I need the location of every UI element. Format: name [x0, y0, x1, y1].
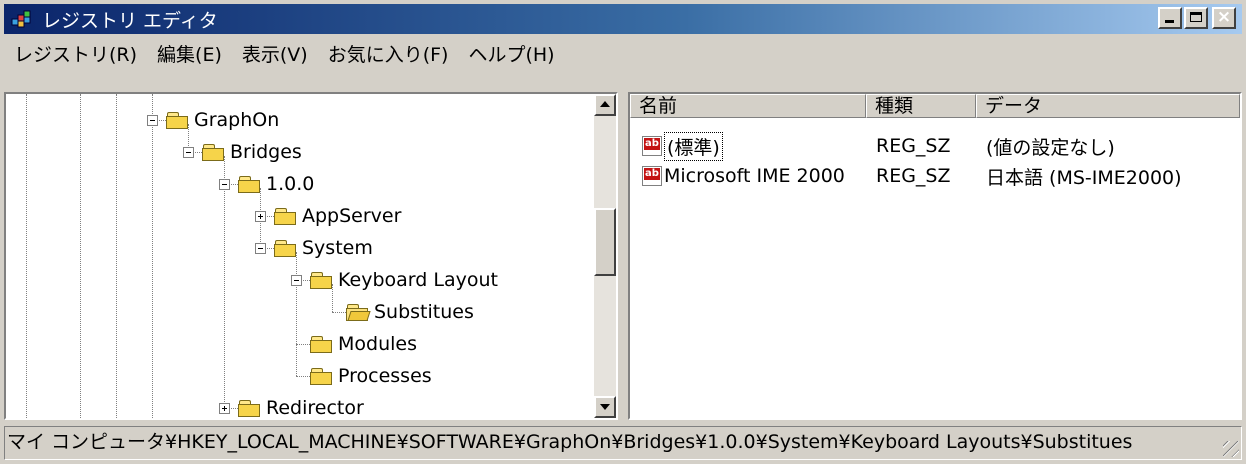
- title-bar[interactable]: レジストリ エディタ ×: [4, 4, 1242, 34]
- menu-bar: レジストリ(R) 編集(E) 表示(V) お気に入り(F) ヘルプ(H): [4, 36, 565, 70]
- key-tree-pane[interactable]: GraphOn Bridges 1.0.0 AppServer System Keyboa…: [4, 92, 618, 420]
- menu-help[interactable]: ヘルプ(H): [458, 40, 564, 67]
- tree-guide: [296, 252, 297, 376]
- tree-node-label[interactable]: System: [302, 236, 373, 260]
- tree-guide: [80, 94, 81, 418]
- value-data: 日本語 (MS-IME2000): [986, 166, 1182, 189]
- folder-icon: [238, 174, 262, 194]
- folder-icon: [310, 270, 334, 290]
- value-name-cell: ab Microsoft IME 2000: [630, 165, 866, 187]
- reg-sz-icon: ab: [642, 136, 662, 156]
- close-icon: ×: [1216, 7, 1232, 27]
- arrow-down-icon: [600, 404, 610, 410]
- registry-editor-icon: [10, 7, 36, 31]
- menu-favorites[interactable]: お気に入り(F): [318, 40, 459, 67]
- folder-open-icon: [346, 302, 371, 322]
- minimize-icon: [1165, 20, 1174, 23]
- tree-guide: [152, 94, 153, 418]
- list-header: 名前 種類 データ: [630, 94, 1240, 118]
- tree-node-label[interactable]: GraphOn: [194, 108, 279, 132]
- close-button[interactable]: ×: [1212, 7, 1236, 29]
- collapse-minus-icon[interactable]: [291, 275, 302, 286]
- resize-grip-icon[interactable]: [1223, 441, 1239, 457]
- value-name: Microsoft IME 2000: [664, 165, 845, 187]
- menu-view[interactable]: 表示(V): [232, 40, 318, 67]
- value-type: REG_SZ: [876, 135, 951, 157]
- menu-registry[interactable]: レジストリ(R): [4, 40, 147, 67]
- folder-icon: [238, 398, 262, 418]
- column-header-data[interactable]: データ: [976, 94, 1240, 118]
- collapse-minus-icon[interactable]: [255, 243, 266, 254]
- tree-guide: [224, 156, 225, 408]
- tree-guide: [332, 312, 346, 313]
- column-header-type[interactable]: 種類: [866, 94, 976, 118]
- tree-node-label[interactable]: 1.0.0: [266, 172, 314, 196]
- column-header-name[interactable]: 名前: [630, 94, 866, 118]
- folder-icon: [310, 366, 334, 386]
- value-data: (値の設定なし): [986, 136, 1115, 159]
- menu-edit[interactable]: 編集(E): [147, 40, 232, 67]
- folder-icon: [274, 206, 298, 226]
- value-list-pane[interactable]: 名前 種類 データ ab (標準) REG_SZ (値の設定なし) ab Mic…: [628, 92, 1242, 420]
- maximize-button[interactable]: [1184, 7, 1208, 29]
- maximize-icon: [1190, 12, 1202, 22]
- tree-guide: [26, 94, 27, 418]
- value-row[interactable]: ab Microsoft IME 2000 REG_SZ 日本語 (MS-IME…: [630, 162, 1240, 190]
- status-bar: マイ コンピュータ¥HKEY_LOCAL_MACHINE¥SOFTWARE¥Gr…: [4, 426, 1242, 460]
- window-title: レジストリ エディタ: [42, 9, 218, 32]
- tree-node-label[interactable]: Processes: [338, 364, 432, 388]
- expand-plus-icon[interactable]: [255, 211, 266, 222]
- scroll-down-button[interactable]: [594, 396, 616, 418]
- key-tree: GraphOn Bridges 1.0.0 AppServer System Keyboa…: [6, 94, 594, 418]
- folder-icon: [310, 334, 334, 354]
- folder-icon: [166, 110, 190, 130]
- collapse-minus-icon[interactable]: [183, 147, 194, 158]
- value-name-cell: ab (標準): [630, 131, 866, 161]
- tree-vertical-scrollbar[interactable]: [594, 94, 616, 418]
- status-path: マイ コンピュータ¥HKEY_LOCAL_MACHINE¥SOFTWARE¥Gr…: [7, 431, 1133, 453]
- folder-icon: [202, 142, 226, 162]
- minimize-button[interactable]: [1158, 7, 1182, 29]
- tree-node-label[interactable]: Keyboard Layout: [338, 268, 498, 292]
- value-row[interactable]: ab (標準) REG_SZ (値の設定なし): [630, 131, 1240, 161]
- tree-node-label[interactable]: Redirector: [266, 396, 364, 418]
- scroll-thumb[interactable]: [594, 208, 616, 276]
- tree-node-label[interactable]: Modules: [338, 332, 417, 356]
- scroll-up-button[interactable]: [594, 94, 616, 116]
- tree-node-label[interactable]: Bridges: [230, 140, 302, 164]
- folder-icon: [274, 238, 298, 258]
- tree-guide: [296, 376, 310, 377]
- collapse-minus-icon[interactable]: [219, 179, 230, 190]
- window-controls: ×: [1158, 7, 1236, 29]
- collapse-minus-icon[interactable]: [147, 115, 158, 126]
- tree-guide: [116, 94, 117, 418]
- arrow-up-icon: [600, 101, 610, 107]
- tree-node-label[interactable]: Substitues: [374, 300, 474, 324]
- value-name: (標準): [664, 131, 723, 161]
- tree-node-label[interactable]: AppServer: [302, 204, 401, 228]
- registry-editor-window: レジストリ エディタ × レジストリ(R) 編集(E) 表示(V) お気に入り(…: [0, 0, 1246, 464]
- expand-plus-icon[interactable]: [219, 403, 230, 414]
- value-type: REG_SZ: [876, 165, 951, 187]
- reg-sz-icon: ab: [642, 166, 662, 186]
- tree-guide: [296, 344, 310, 345]
